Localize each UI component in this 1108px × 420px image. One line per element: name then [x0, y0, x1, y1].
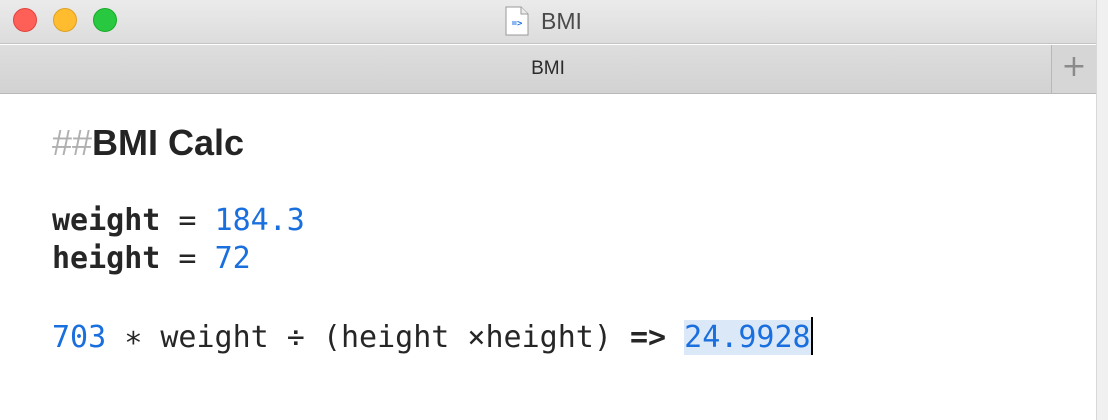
- new-tab-button[interactable]: +: [1051, 45, 1096, 93]
- title-bar[interactable]: => BMI: [0, 0, 1096, 44]
- result-value[interactable]: 24.9928: [684, 320, 811, 355]
- app-window: => BMI BMI + ##BMI Calc weight = 184.3 h…: [0, 0, 1096, 420]
- window-title: BMI: [541, 8, 582, 34]
- document-icon-glyph: =>: [512, 19, 523, 29]
- assign-operator: =: [160, 241, 215, 276]
- document-heading: ##BMI Calc: [52, 122, 244, 164]
- heading-text: BMI Calc: [92, 122, 245, 163]
- zoom-window-button[interactable]: [93, 8, 117, 32]
- assign-operator: =: [160, 203, 215, 238]
- formula-expression: ∗ weight ÷ (height ×height): [106, 320, 630, 355]
- weight-variable: weight: [52, 203, 161, 238]
- close-window-button[interactable]: [13, 8, 37, 32]
- document-icon: =>: [505, 6, 529, 36]
- minimize-window-button[interactable]: [53, 8, 77, 32]
- result-arrow: =>: [629, 320, 667, 355]
- text-editor[interactable]: ##BMI Calc weight = 184.3 height = 72 70…: [0, 95, 1096, 420]
- tab-bmi[interactable]: BMI: [0, 45, 1096, 93]
- height-value: 72: [214, 241, 251, 276]
- formula-constant: 703: [52, 320, 107, 355]
- code-line-height: height = 72: [52, 241, 251, 276]
- heading-marker: ##: [52, 122, 93, 163]
- code-line-weight: weight = 184.3: [52, 203, 305, 238]
- vertical-scrollbar[interactable]: [1096, 0, 1108, 420]
- tab-bar: BMI +: [0, 45, 1096, 94]
- text-cursor: [810, 317, 813, 355]
- weight-value: 184.3: [214, 203, 305, 238]
- height-variable: height: [52, 241, 161, 276]
- code-line-formula: 703 ∗ weight ÷ (height ×height) => 24.99…: [52, 317, 813, 355]
